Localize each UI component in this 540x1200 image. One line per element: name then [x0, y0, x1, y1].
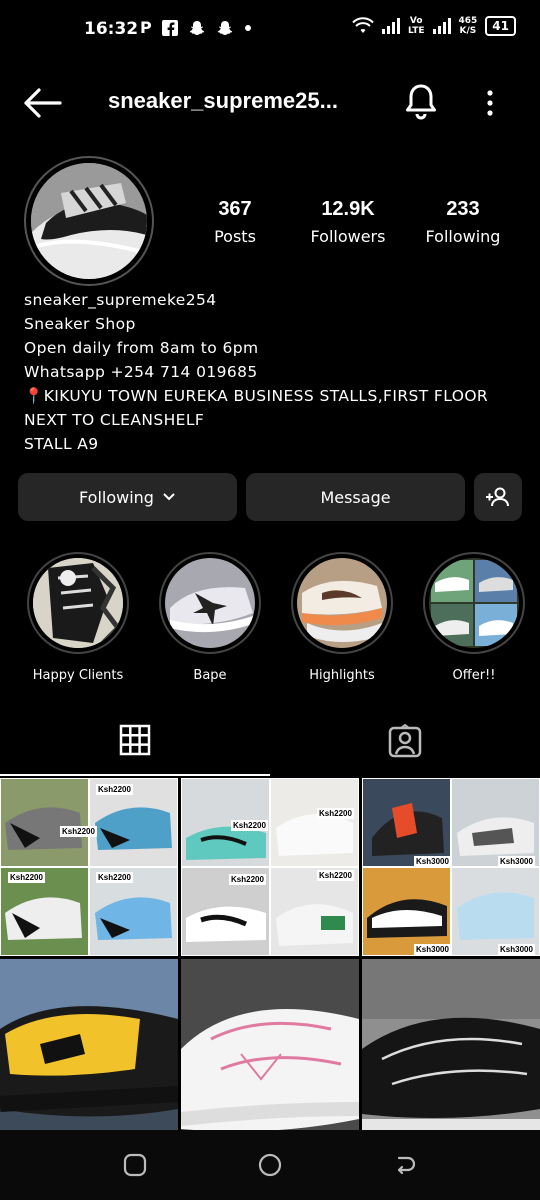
back-icon[interactable] [392, 1152, 418, 1178]
bio-line: Whatsapp +254 714 019685 [24, 363, 258, 381]
highlight-label: Bape [193, 668, 227, 683]
price-tag: Ksh3000 [498, 856, 535, 867]
bio-line: STALL A9 [24, 435, 99, 453]
network-speed-unit: K/S [459, 26, 477, 36]
highlight-highlights[interactable]: Highlights [290, 552, 394, 683]
price-tag: Ksh2200 [96, 784, 133, 795]
volte-indicator: Vo LTE [408, 16, 425, 36]
price-tag: Ksh2200 [317, 808, 354, 819]
avatar-image [31, 163, 147, 279]
active-tab-indicator [0, 774, 270, 776]
price-tag: Ksh3000 [414, 856, 451, 867]
posts-stat[interactable]: 367 Posts [204, 198, 266, 246]
following-label: Following [425, 227, 501, 246]
highlight-image [165, 558, 255, 648]
bio-line: NEXT TO CLEANSHELF [24, 411, 205, 429]
post-thumbnail[interactable]: Ksh2200 Ksh2200 Ksh2200 Ksh2200 [181, 778, 359, 956]
price-tag: Ksh2200 [8, 872, 45, 883]
highlight-image [429, 558, 519, 648]
highlight-ring [159, 552, 261, 654]
post-thumbnail[interactable] [362, 959, 540, 1137]
following-count: 233 [446, 198, 480, 220]
status-bar: 16:32 P Vo LTE 465 K/S 41 [0, 0, 540, 60]
price-tag: Ksh2200 [96, 872, 133, 883]
add-user-button[interactable] [474, 473, 522, 521]
more-options-icon[interactable] [478, 88, 502, 118]
price-tag: Ksh3000 [414, 944, 451, 955]
bell-icon[interactable] [402, 82, 440, 122]
tagged-icon[interactable] [388, 724, 422, 758]
price-tag: Ksh2200 [317, 870, 354, 881]
highlight-happy-clients[interactable]: Happy Clients [26, 552, 130, 683]
bio-name: sneaker_supremeke254 [24, 291, 217, 309]
following-stat[interactable]: 233 Following [418, 198, 508, 246]
wifi-icon [352, 17, 374, 33]
highlight-label: Offer!! [452, 668, 496, 683]
followers-stat[interactable]: 12.9K Followers [302, 198, 394, 246]
battery-indicator: 41 [485, 16, 516, 36]
bio-line: Open daily from 8am to 6pm [24, 339, 259, 357]
posts-label: Posts [214, 227, 256, 246]
profile-bio: sneaker_supremeke254 Sneaker Shop Open d… [24, 288, 488, 456]
price-tag: Ksh2200 [229, 874, 266, 885]
back-arrow-icon[interactable] [22, 86, 62, 120]
system-nav-bar [0, 1130, 540, 1200]
followers-count: 12.9K [321, 198, 375, 220]
add-user-icon [486, 487, 509, 507]
profile-username-title: sneaker_supreme25... [108, 88, 338, 113]
status-time: 16:32 [84, 19, 139, 39]
highlight-offer[interactable]: Offer!! [422, 552, 526, 683]
message-button[interactable]: Message [246, 473, 465, 521]
dot-icon [244, 24, 251, 31]
highlight-ring [291, 552, 393, 654]
profile-tabs [0, 714, 540, 776]
bio-line: 📍KIKUYU TOWN EUREKA BUSINESS STALLS,FIRS… [24, 387, 489, 405]
price-tag: Ksh2200 [231, 820, 268, 831]
notification-icons: P [140, 18, 252, 37]
highlight-ring [423, 552, 525, 654]
highlight-label: Happy Clients [32, 668, 124, 683]
highlight-image [297, 558, 387, 648]
profile-header: sneaker_supreme25... [0, 78, 540, 128]
bio-category: Sneaker Shop [24, 315, 136, 333]
signal-icon-2 [432, 18, 451, 34]
grid-icon[interactable] [119, 724, 151, 756]
p-notification-icon: P [140, 18, 152, 37]
highlight-label: Highlights [309, 668, 375, 683]
profile-avatar[interactable] [24, 156, 154, 286]
snapchat-icon [189, 20, 204, 35]
recent-apps-icon[interactable] [122, 1152, 148, 1178]
post-thumbnail[interactable]: Ksh3000 Ksh3000 Ksh3000 Ksh3000 [362, 778, 540, 956]
volte-top: Vo [409, 16, 423, 26]
highlight-ring [27, 552, 129, 654]
chevron-down-icon [163, 493, 175, 501]
network-speed: 465 K/S [459, 16, 478, 36]
highlight-image [33, 558, 123, 648]
followers-label: Followers [310, 227, 386, 246]
highlight-bape[interactable]: Bape [158, 552, 262, 683]
volte-bottom: LTE [407, 26, 425, 36]
network-speed-value: 465 [458, 16, 478, 26]
price-tag: Ksh2200 [60, 826, 97, 837]
home-icon[interactable] [257, 1152, 283, 1178]
post-thumbnail[interactable]: Ksh2200 Ksh2200 Ksh2200 Ksh2200 [0, 778, 178, 956]
system-indicators: Vo LTE 465 K/S 41 [352, 16, 516, 36]
price-tag: Ksh3000 [498, 944, 535, 955]
facebook-icon [161, 19, 178, 36]
following-button-label: Following [79, 487, 154, 507]
post-thumbnail[interactable] [0, 959, 178, 1137]
post-thumbnail[interactable] [181, 959, 359, 1137]
posts-count: 367 [218, 198, 252, 220]
signal-icon [381, 18, 400, 34]
snapchat-icon-2 [217, 20, 232, 35]
following-button[interactable]: Following [18, 473, 237, 521]
message-button-label: Message [320, 487, 391, 507]
